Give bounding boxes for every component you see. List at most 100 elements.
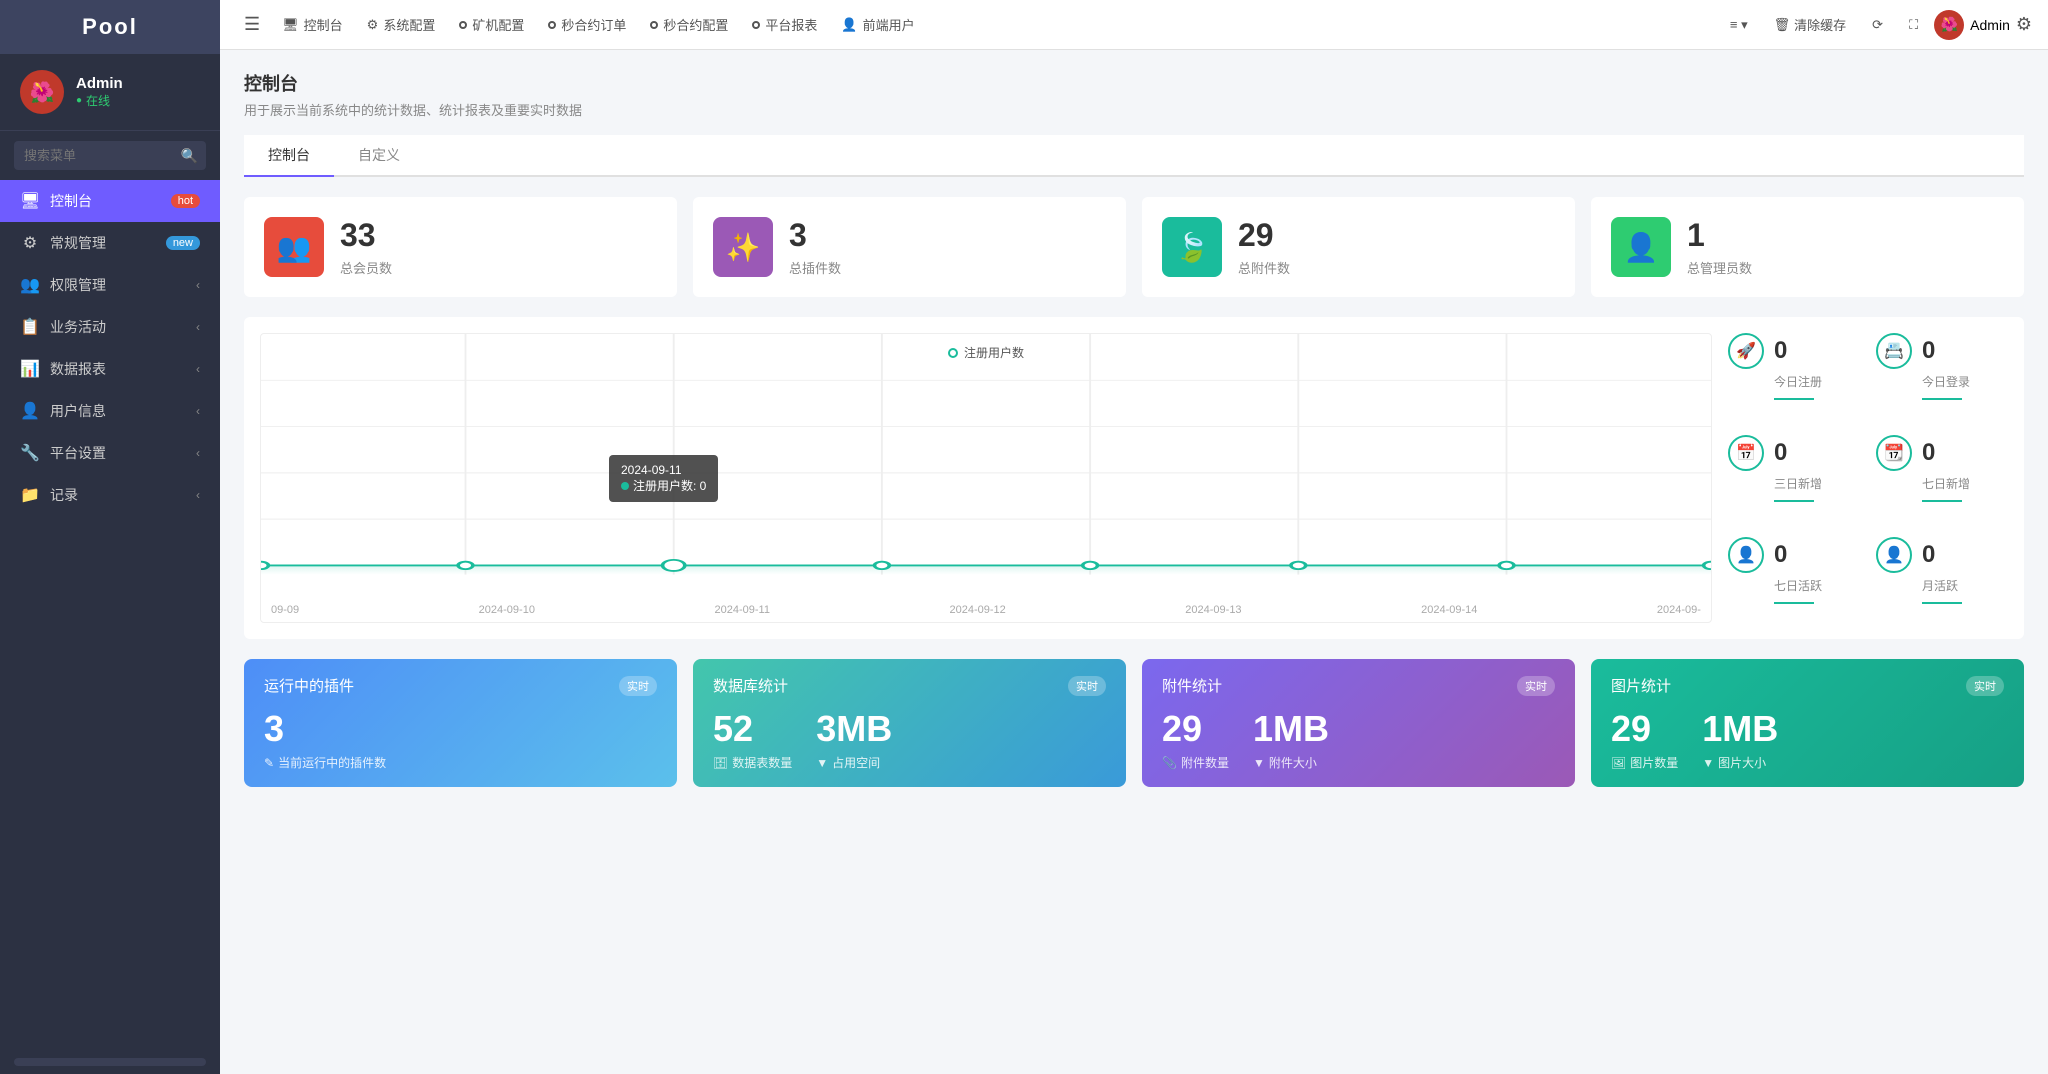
- topnav-sysconfig[interactable]: ⚙ 系统配置: [357, 9, 446, 40]
- side-stat-today-login: 📇 0 今日登录: [1876, 333, 2008, 419]
- db-icon: 🗄: [713, 756, 728, 770]
- bottom-cards: 运行中的插件 实时 3 ✎ 当前运行中的插件数 数据库统计: [244, 659, 2024, 787]
- sidebar-item-data[interactable]: 📊 数据报表 ‹: [0, 348, 220, 390]
- side-stat-seven-day-active: 👤 0 七日活跃: [1728, 537, 1860, 623]
- fullscreen-button[interactable]: ⛶: [1899, 11, 1928, 39]
- topnav-sysconfig-label: 系统配置: [383, 15, 435, 34]
- gear-nav-icon: ⚙: [367, 17, 379, 33]
- settings-icon[interactable]: ⚙: [2016, 14, 2032, 35]
- chevron-icon: ‹: [196, 446, 200, 460]
- admins-label: 总管理员数: [1687, 258, 1752, 277]
- permission-icon: 👥: [20, 275, 40, 295]
- today-login-label: 今日登录: [1876, 373, 2008, 390]
- plugins-count: 3: [789, 217, 841, 254]
- filter-icon: ▼: [816, 756, 828, 770]
- month-active-label: 月活跃: [1876, 577, 2008, 594]
- realtime-badge: 实时: [1068, 676, 1106, 696]
- stat-card-admins: 👤 1 总管理员数: [1591, 197, 2024, 297]
- rocket-icon: 🚀: [1728, 333, 1764, 369]
- login-icon: 📇: [1876, 333, 1912, 369]
- hot-badge: hot: [171, 194, 200, 208]
- sidebar-item-label: 常规管理: [50, 233, 156, 253]
- content: 控制台 用于展示当前系统中的统计数据、统计报表及重要实时数据 控制台 自定义 👥…: [220, 50, 2048, 1074]
- stat-divider: [1774, 602, 1814, 604]
- dashboard-nav-icon: 🖥: [282, 17, 299, 33]
- topnav-miner[interactable]: 矿机配置: [449, 9, 534, 40]
- topnav-dashboard-label: 控制台: [304, 15, 343, 34]
- card-title: 数据库统计: [713, 675, 788, 696]
- dot-icon: [548, 21, 556, 29]
- sidebar-item-platform[interactable]: 🔧 平台设置 ‹: [0, 432, 220, 474]
- plugins-running-count: 3: [264, 708, 386, 750]
- sidebar-item-label: 权限管理: [50, 275, 186, 295]
- sidebar-search-area: 🔍: [0, 131, 220, 180]
- stat-card-members: 👥 33 总会员数: [244, 197, 677, 297]
- sidebar-item-general[interactable]: ⚙ 常规管理 new: [0, 222, 220, 264]
- topnav-flash-config[interactable]: 秒合约配置: [640, 9, 738, 40]
- admins-icon: 👤: [1611, 217, 1671, 277]
- plugins-label: 总插件数: [789, 258, 841, 277]
- stat-divider: [1922, 398, 1962, 400]
- admins-count: 1: [1687, 217, 1752, 254]
- admin-menu[interactable]: 🌺 Admin: [1934, 10, 2010, 40]
- record-icon: 📁: [20, 485, 40, 505]
- clear-cache-button[interactable]: 🗑 清除缓存: [1764, 9, 1857, 40]
- tab-custom[interactable]: 自定义: [334, 135, 424, 177]
- more-button[interactable]: ≡ ▾: [1720, 11, 1758, 39]
- search-input[interactable]: [14, 141, 206, 170]
- card-nums: 52 🗄 数据表数量 3MB ▼ 占用空间: [713, 708, 1106, 771]
- side-stat-seven-day-new: 📆 0 七日新增: [1876, 435, 2008, 521]
- tab-dashboard[interactable]: 控制台: [244, 135, 334, 177]
- sidebar-item-userinfo[interactable]: 👤 用户信息 ‹: [0, 390, 220, 432]
- dot-icon: [752, 21, 760, 29]
- db-size-label: ▼ 占用空间: [816, 754, 892, 771]
- data-icon: 📊: [20, 359, 40, 379]
- sidebar-item-label: 平台设置: [50, 443, 186, 463]
- sidebar-item-record[interactable]: 📁 记录 ‹: [0, 474, 220, 516]
- sidebar-nav: 🖥 控制台 hot ⚙ 常规管理 new 👥 权限管理 ‹ 📋 业务活动 ‹ 📊…: [0, 180, 220, 1050]
- attachment-icon: 📎: [1162, 756, 1177, 770]
- main-area: ☰ 🖥 控制台 ⚙ 系统配置 矿机配置 秒合约订单 秒合约配置 平台报表 👤 前…: [220, 0, 2048, 1074]
- db-tables-count: 52: [713, 708, 792, 750]
- attachment-count: 29: [1162, 708, 1229, 750]
- card-nums: 29 🖼 图片数量 1MB ▼ 图片大小: [1611, 708, 2004, 771]
- admin-avatar: 🌺: [1934, 10, 1964, 40]
- realtime-badge: 实时: [1966, 676, 2004, 696]
- bottom-card-attachments: 附件统计 实时 29 📎 附件数量 1MB ▼: [1142, 659, 1575, 787]
- chart-section: 注册用户数: [244, 317, 2024, 639]
- topnav-platform-report[interactable]: 平台报表: [742, 9, 827, 40]
- user-active-icon: 👤: [1728, 537, 1764, 573]
- refresh-button[interactable]: ⟳: [1862, 11, 1893, 39]
- sidebar-item-business[interactable]: 📋 业务活动 ‹: [0, 306, 220, 348]
- topnav-frontend-user[interactable]: 👤 前端用户: [831, 9, 924, 40]
- realtime-badge: 实时: [1517, 676, 1555, 696]
- card-header: 附件统计 实时: [1162, 675, 1555, 696]
- today-login-count: 0: [1922, 337, 1935, 365]
- card-title: 附件统计: [1162, 675, 1222, 696]
- seven-day-new-label: 七日新增: [1876, 475, 2008, 492]
- chevron-icon: ‹: [196, 404, 200, 418]
- topnav-flash-order[interactable]: 秒合约订单: [538, 9, 636, 40]
- xaxis-label: 2024-09-14: [1421, 604, 1477, 616]
- sidebar-item-dashboard[interactable]: 🖥 控制台 hot: [0, 180, 220, 222]
- gear-icon: ⚙: [20, 233, 40, 253]
- avatar: 🌺: [20, 70, 64, 114]
- card-header: 图片统计 实时: [1611, 675, 2004, 696]
- hamburger-button[interactable]: ☰: [236, 8, 268, 41]
- chevron-icon: ‹: [196, 278, 200, 292]
- seven-day-active-count: 0: [1774, 541, 1787, 569]
- page-title: 控制台: [244, 70, 2024, 96]
- topnav-right: ≡ ▾ 🗑 清除缓存 ⟳ ⛶ 🌺 Admin ⚙: [1720, 9, 2032, 40]
- chevron-icon: ‹: [196, 488, 200, 502]
- seven-day-new-count: 0: [1922, 439, 1935, 467]
- image-icon: 🖼: [1611, 756, 1626, 770]
- sidebar-item-permission[interactable]: 👥 权限管理 ‹: [0, 264, 220, 306]
- bottom-card-images: 图片统计 实时 29 🖼 图片数量 1MB ▼: [1591, 659, 2024, 787]
- topnav-dashboard[interactable]: 🖥 控制台: [272, 9, 353, 40]
- dot-icon: [459, 21, 467, 29]
- topnav-frontend-user-label: 前端用户: [863, 15, 915, 34]
- dot-icon: [650, 21, 658, 29]
- stat-divider: [1774, 398, 1814, 400]
- calendar-icon: 📅: [1728, 435, 1764, 471]
- chevron-icon: ‹: [196, 320, 200, 334]
